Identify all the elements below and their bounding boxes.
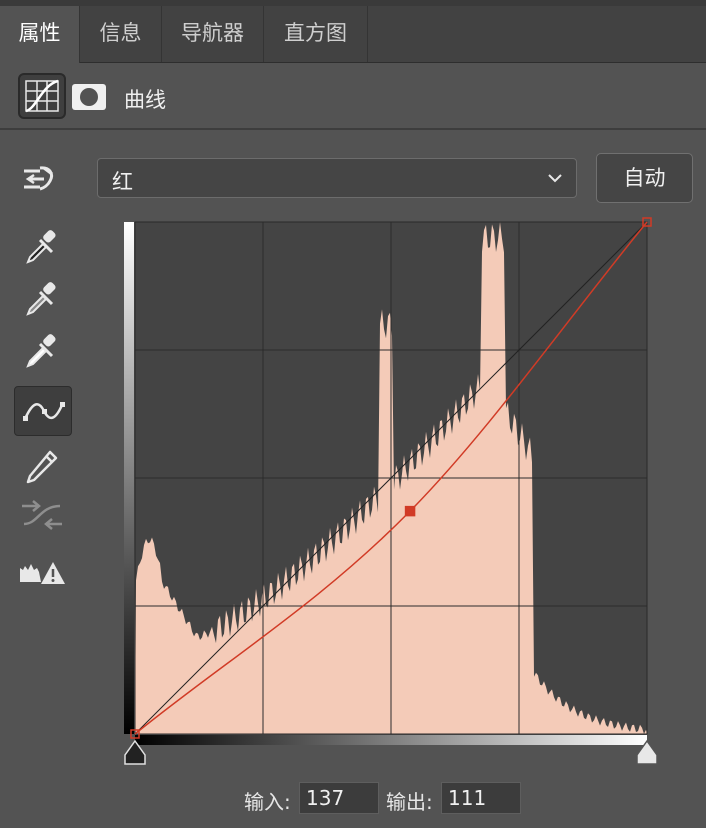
smooth-curve-tool bbox=[14, 490, 72, 540]
layer-mask-icon[interactable] bbox=[72, 84, 106, 110]
input-value-field[interactable]: 137 bbox=[299, 782, 379, 814]
white-point-eyedropper[interactable] bbox=[14, 326, 72, 376]
curve-point-selected[interactable] bbox=[404, 505, 416, 517]
output-value-field[interactable]: 111 bbox=[441, 782, 521, 814]
black-point-eyedropper[interactable] bbox=[14, 222, 72, 272]
curves-graph-canvas[interactable] bbox=[118, 214, 663, 770]
divider bbox=[0, 128, 706, 130]
curve-point-edit-tool[interactable] bbox=[14, 386, 72, 436]
curves-adjustment-icon-glyph bbox=[25, 79, 59, 113]
white-point-eyedropper-icon bbox=[26, 334, 56, 368]
curve-point-edit-icon bbox=[23, 402, 65, 421]
clipping-warning-tool[interactable] bbox=[14, 548, 72, 598]
output-label: 输出: bbox=[386, 790, 433, 814]
panel-tab-bar: 属性 信息 导航器 直方图 bbox=[0, 6, 706, 63]
gray-point-eyedropper-icon bbox=[26, 282, 56, 316]
tab-info[interactable]: 信息 bbox=[80, 6, 162, 62]
curves-adjustment-icon[interactable] bbox=[18, 73, 66, 119]
curves-graph[interactable] bbox=[118, 214, 663, 774]
clipping-warning-icon bbox=[20, 562, 65, 584]
tab-navigator[interactable]: 导航器 bbox=[162, 6, 264, 62]
target-adjust-tool[interactable] bbox=[14, 154, 72, 204]
target-adjust-icon bbox=[24, 166, 54, 191]
output-gradient-bar bbox=[124, 222, 134, 734]
pencil-draw-tool[interactable] bbox=[14, 438, 72, 488]
pencil-draw-icon bbox=[26, 450, 58, 484]
adjustment-title: 曲线 bbox=[124, 88, 166, 112]
input-label: 输入: bbox=[244, 790, 291, 814]
gray-point-eyedropper[interactable] bbox=[14, 274, 72, 324]
input-gradient-bar bbox=[135, 735, 647, 745]
tab-properties[interactable]: 属性 bbox=[0, 6, 80, 63]
smooth-curve-icon bbox=[22, 500, 62, 530]
channel-dropdown[interactable]: 红 bbox=[97, 158, 577, 198]
black-point-eyedropper-icon bbox=[26, 230, 56, 264]
auto-button[interactable]: 自动 bbox=[596, 153, 693, 203]
chevron-down-icon bbox=[548, 174, 562, 183]
tab-histogram[interactable]: 直方图 bbox=[264, 6, 368, 62]
channel-value: 红 bbox=[112, 170, 133, 194]
